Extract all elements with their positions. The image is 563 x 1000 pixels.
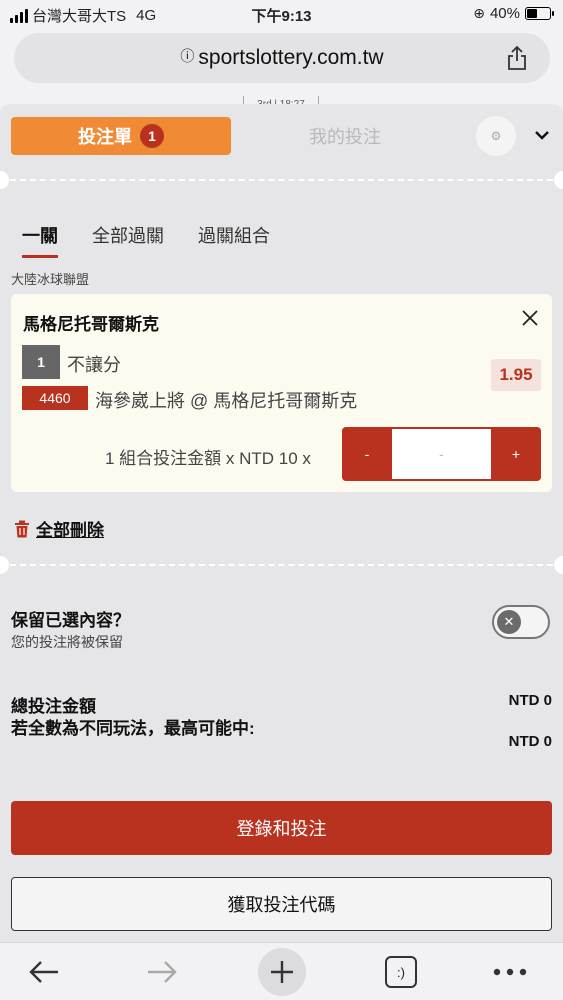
tab-my-bets[interactable]: 我的投注 xyxy=(240,117,450,155)
tab-betslip[interactable]: 投注單 1 xyxy=(11,117,231,155)
match-name: 馬格尼托哥爾斯克 xyxy=(23,315,159,334)
carrier-group: 台灣大哥大TS 4G xyxy=(10,5,156,26)
total-stake-value: NTD 0 xyxy=(508,692,552,709)
total-stake-label: 總投注金額 xyxy=(11,697,96,716)
ticket-notch xyxy=(554,556,563,574)
stake-input[interactable]: - xyxy=(392,429,491,479)
rotation-lock-icon: ⊕ xyxy=(473,5,485,21)
selection-text: 海參崴上將 @ 馬格尼托哥爾斯克 xyxy=(95,391,358,411)
new-tab-button[interactable] xyxy=(257,943,307,1000)
settings-gear-icon[interactable]: ⚙ xyxy=(476,116,516,156)
share-icon[interactable] xyxy=(506,45,528,71)
event-code-badge: 4460 xyxy=(22,386,88,410)
max-win-label: 若全數為不同玩法，最高可能中: xyxy=(11,719,255,738)
keep-selection-title: 保留已選內容？ xyxy=(11,611,130,630)
ticket-notch xyxy=(0,171,9,189)
status-bar: 台灣大哥大TS 4G 下午9:13 ⊕ 40% xyxy=(0,0,563,30)
url-text[interactable]: sportslottery.com.tw xyxy=(198,46,383,69)
tab-all-parlay[interactable]: 全部過關 xyxy=(92,222,164,258)
divider xyxy=(0,564,563,566)
toggle-off-icon: ✕ xyxy=(497,610,521,634)
keep-selection-toggle[interactable]: ✕ xyxy=(492,605,550,639)
battery-percent: 40% xyxy=(489,5,520,22)
back-button[interactable] xyxy=(22,943,66,1000)
battery-group: ⊕ 40% xyxy=(473,5,554,22)
tab-single[interactable]: 一關 xyxy=(22,222,58,258)
stake-label: 1 組合投注金額 x NTD 10 x xyxy=(105,449,311,468)
forward-button[interactable] xyxy=(140,943,184,1000)
menu-button[interactable] xyxy=(490,943,530,1000)
keep-selection-subtitle: 您的投注將被保留 xyxy=(11,634,123,650)
more-dots-icon xyxy=(493,968,527,976)
signal-icon xyxy=(10,8,28,23)
carrier-name: 台灣大哥大TS xyxy=(32,8,127,25)
network-type: 4G xyxy=(136,7,157,24)
chevron-down-icon[interactable] xyxy=(531,124,553,146)
ticket-notch xyxy=(0,556,9,574)
league-name: 大陸冰球聯盟 xyxy=(11,272,90,287)
increment-button[interactable]: + xyxy=(491,427,541,481)
max-win-value: NTD 0 xyxy=(508,733,552,750)
browser-header: ⓘ sportslottery.com.tw xyxy=(0,30,563,96)
betslip-panel: 投注單 1 我的投注 ⚙ 一關 全部過關 過關組合 大陸冰球聯盟 馬格尼托哥爾斯… xyxy=(0,104,563,942)
delete-all-label: 全部刪除 xyxy=(36,521,104,540)
battery-icon xyxy=(525,7,554,20)
trash-icon xyxy=(15,520,29,537)
tab-parlay-combo[interactable]: 過關組合 xyxy=(198,222,270,258)
decrement-button[interactable]: - xyxy=(342,427,392,481)
bet-card: 馬格尼托哥爾斯克 1 不讓分 1.95 4460 海參崴上將 @ 馬格尼托哥爾斯… xyxy=(11,294,552,492)
close-icon[interactable] xyxy=(520,308,540,328)
get-bet-code-button[interactable]: 獲取投注代碼 xyxy=(11,877,552,931)
back-arrow-icon xyxy=(29,961,58,983)
browser-toolbar: :) xyxy=(0,942,563,1000)
bet-type-tabs: 一關 全部過關 過關組合 xyxy=(22,222,270,258)
delete-all-button[interactable]: 全部刪除 xyxy=(14,516,104,541)
tabs-button[interactable]: :) xyxy=(381,943,421,1000)
bet-number-badge: 1 xyxy=(22,345,60,379)
ticket-notch xyxy=(554,171,563,189)
address-bar[interactable]: ⓘ sportslottery.com.tw xyxy=(14,33,550,83)
login-and-bet-button[interactable]: 登錄和投注 xyxy=(11,801,552,855)
stake-stepper: - - + xyxy=(342,427,541,481)
odds-value: 1.95 xyxy=(491,359,541,391)
bet-type: 不讓分 xyxy=(67,355,121,375)
plus-icon xyxy=(258,948,306,996)
divider xyxy=(0,179,563,181)
betslip-count-badge: 1 xyxy=(140,124,164,148)
tabs-icon: :) xyxy=(385,956,417,988)
tab-betslip-label: 投注單 xyxy=(78,127,132,147)
forward-arrow-icon xyxy=(148,961,177,983)
info-icon[interactable]: ⓘ xyxy=(180,48,194,64)
